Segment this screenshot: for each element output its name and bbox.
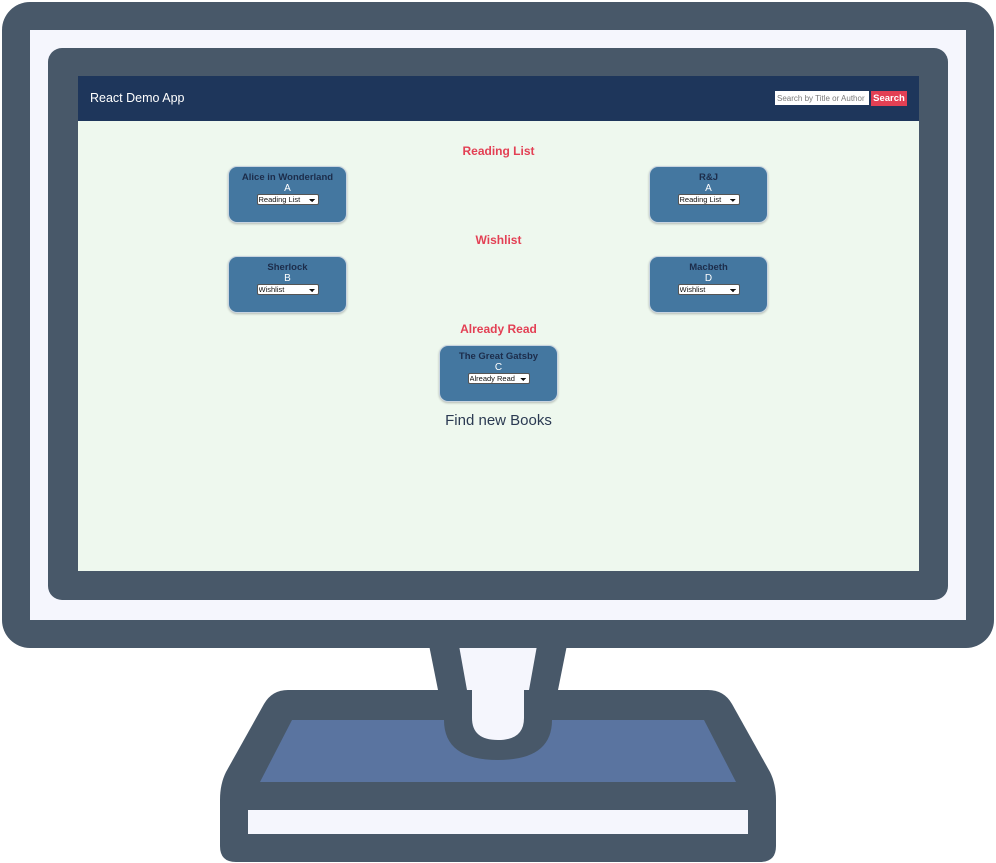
book-card: Macbeth D Reading ListWishlistAlready Re…	[649, 256, 768, 313]
book-author: B	[284, 273, 291, 284]
book-title: Macbeth	[689, 262, 728, 273]
book-title: The Great Gatsby	[458, 351, 539, 362]
shelf-select[interactable]: Reading ListWishlistAlready Read	[677, 194, 740, 205]
book-title: R&J	[698, 172, 718, 183]
book-title: Alice in Wonderland	[241, 172, 334, 183]
search-button[interactable]: Search	[871, 91, 907, 106]
monitor-base-front	[248, 810, 748, 834]
shelf-select[interactable]: Reading ListWishlistAlready Read	[256, 284, 319, 295]
search-input[interactable]	[775, 91, 869, 105]
book-author: A	[284, 183, 291, 194]
book-author: A	[705, 183, 712, 194]
book-card: The Great Gatsby C Reading ListWishlistA…	[439, 345, 558, 402]
book-card: Alice in Wonderland A Reading ListWishli…	[228, 166, 347, 223]
section-title-wishlist: Wishlist	[475, 233, 522, 247]
monitor-neck-overlay-inner	[472, 690, 524, 740]
brand-title[interactable]: React Demo App	[90, 91, 185, 105]
section-title-already-read: Already Read	[460, 322, 537, 336]
find-new-books-link[interactable]: Find new Books	[78, 412, 919, 429]
book-author: D	[704, 273, 713, 284]
book-title: Sherlock	[267, 262, 308, 273]
book-author: C	[494, 362, 503, 373]
shelf-select[interactable]: Reading ListWishlistAlready Read	[677, 284, 740, 295]
navbar: React Demo App Search	[78, 76, 919, 121]
shelf-select[interactable]: Reading ListWishlistAlready Read	[467, 373, 530, 384]
book-card: Sherlock B Reading ListWishlistAlready R…	[228, 256, 347, 313]
book-card: R&J A Reading ListWishlistAlready Read	[649, 166, 768, 223]
app-screen: React Demo App Search Reading List Alice…	[78, 76, 919, 571]
shelf-select[interactable]: Reading ListWishlistAlready Read	[256, 194, 319, 205]
section-title-reading-list: Reading List	[462, 144, 535, 158]
